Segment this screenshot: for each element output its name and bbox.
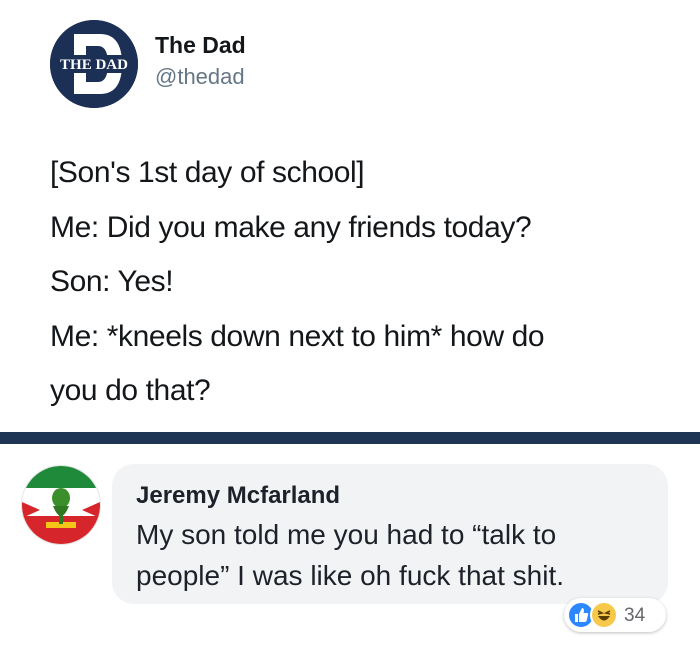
avatar-logo-text: THE DAD bbox=[60, 57, 128, 73]
tweet-card: THE DAD The Dad @thedad [Son's 1st day o… bbox=[0, 0, 700, 432]
facebook-comment: Jeremy Mcfarland My son told me you had … bbox=[0, 444, 700, 658]
tweet-line: [Son's 1st day of school] bbox=[50, 156, 365, 189]
haha-reaction-icon bbox=[590, 601, 618, 629]
tweet-display-name[interactable]: The Dad bbox=[155, 32, 246, 59]
comment-bubble: Jeremy Mcfarland My son told me you had … bbox=[112, 464, 668, 604]
reaction-count: 34 bbox=[624, 605, 646, 626]
tweet-line: you do that? bbox=[50, 374, 211, 407]
reactions-summary[interactable]: 34 bbox=[564, 598, 666, 632]
tweet-handle[interactable]: @thedad bbox=[155, 64, 245, 90]
tweet-text: [Son's 1st day of school] Me: Did you ma… bbox=[50, 146, 680, 419]
the-dad-logo-icon[interactable]: THE DAD bbox=[50, 20, 138, 108]
profile-avatar-icon[interactable] bbox=[22, 466, 100, 544]
tweet-line: Me: *kneels down next to him* how do bbox=[50, 319, 545, 353]
comment-text: My son told me you had to “talk to peopl… bbox=[136, 519, 564, 591]
tweet-line: Son: Yes! bbox=[50, 265, 174, 298]
tweet-line: Me: Did you make any friends today? bbox=[50, 210, 532, 244]
section-divider bbox=[0, 432, 700, 444]
comment-author[interactable]: Jeremy Mcfarland bbox=[136, 482, 340, 510]
